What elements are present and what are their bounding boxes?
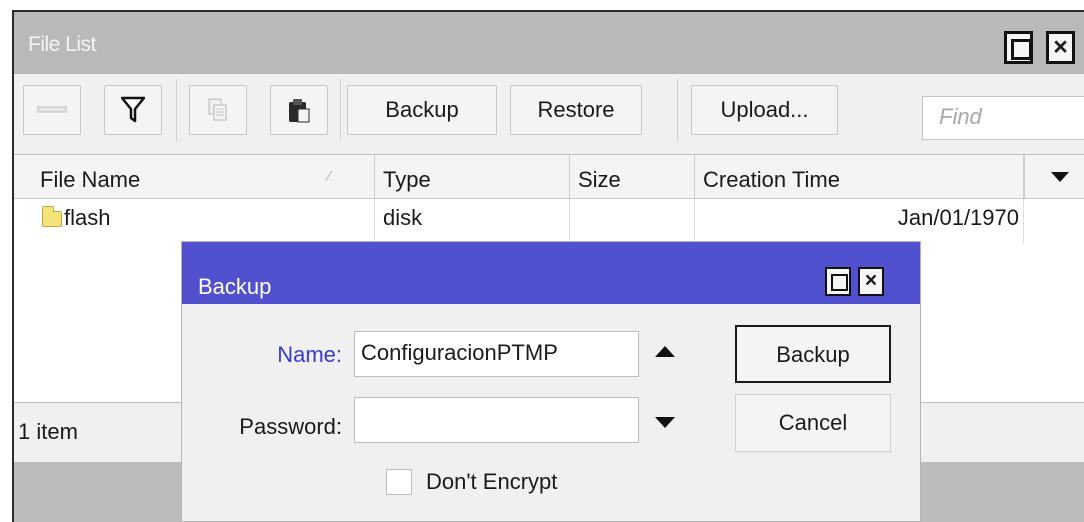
table-row[interactable]: flash disk Jan/01/1970 <box>14 199 1084 243</box>
column-header-label: Type <box>383 167 431 192</box>
restore-button[interactable]: Restore <box>510 85 642 135</box>
item-count: 1 item <box>18 419 78 444</box>
dialog-titlebar[interactable]: Backup × <box>182 242 920 304</box>
dialog-cancel-button-label: Cancel <box>778 410 848 435</box>
toolbar-separator <box>677 79 678 141</box>
name-label: Name: <box>277 342 342 367</box>
maximize-button[interactable] <box>1004 31 1033 64</box>
dialog-backup-button-label: Backup <box>776 342 850 367</box>
expand-arrow-icon[interactable] <box>655 417 675 428</box>
window-titlebar[interactable]: File List × <box>14 12 1084 74</box>
dialog-maximize-button[interactable] <box>825 267 851 296</box>
column-header-type[interactable]: Type <box>375 155 570 199</box>
find-input[interactable]: Find <box>922 96 1084 140</box>
password-label: Password: <box>239 414 342 439</box>
restore-button-label: Restore <box>537 97 615 122</box>
find-placeholder: Find <box>939 104 982 129</box>
sort-indicator-icon: ⁄ <box>328 168 331 185</box>
paste-icon <box>289 99 310 123</box>
upload-button[interactable]: Upload... <box>691 85 838 135</box>
copy-button[interactable] <box>189 85 247 135</box>
dont-encrypt-checkbox[interactable] <box>386 469 412 495</box>
filter-button[interactable] <box>104 85 162 135</box>
name-input-value: ConfiguracionPTMP <box>361 340 558 365</box>
cell-file-name: flash <box>32 199 375 243</box>
filter-icon <box>121 96 145 123</box>
file-name-text: flash <box>64 205 111 230</box>
upload-button-label: Upload... <box>720 97 809 122</box>
backup-button[interactable]: Backup <box>347 85 497 135</box>
column-menu-button[interactable] <box>1024 155 1084 199</box>
toolbar: Backup Restore Upload... Find <box>14 74 1084 156</box>
collapse-arrow-icon[interactable] <box>655 346 675 357</box>
close-button[interactable]: × <box>1046 31 1075 64</box>
cell-creation-time: Jan/01/1970 <box>695 199 1024 243</box>
table-header: File Name ⁄ Type Size Creation Time <box>14 155 1084 199</box>
column-header-file-name[interactable]: File Name <box>32 155 375 199</box>
window-title: File List <box>28 33 96 56</box>
cell-type: disk <box>375 199 570 243</box>
dialog-title: Backup <box>198 274 272 299</box>
dialog-cancel-button[interactable]: Cancel <box>735 394 891 452</box>
password-input[interactable] <box>354 397 639 443</box>
name-input[interactable]: ConfiguracionPTMP <box>354 331 639 377</box>
toolbar-separator <box>340 79 341 141</box>
cell-size <box>570 199 695 243</box>
column-header-label: File Name <box>40 167 141 192</box>
dialog-backup-button[interactable]: Backup <box>735 325 891 383</box>
paste-button[interactable] <box>270 85 328 135</box>
dont-encrypt-label[interactable]: Don't Encrypt <box>426 469 557 495</box>
toolbar-separator <box>176 79 177 141</box>
column-header-label: Size <box>578 167 621 192</box>
folder-icon <box>42 206 62 227</box>
backup-button-label: Backup <box>385 97 459 122</box>
minus-icon <box>37 106 67 113</box>
column-header-size[interactable]: Size <box>570 155 695 199</box>
dialog-close-button[interactable]: × <box>858 267 884 296</box>
column-header-label: Creation Time <box>703 167 840 192</box>
column-header-creation-time[interactable]: Creation Time <box>695 155 1024 199</box>
remove-button[interactable] <box>23 85 81 135</box>
backup-dialog: Backup × Name: ConfiguracionPTMP Passwor… <box>181 241 921 522</box>
copy-icon <box>208 98 227 121</box>
